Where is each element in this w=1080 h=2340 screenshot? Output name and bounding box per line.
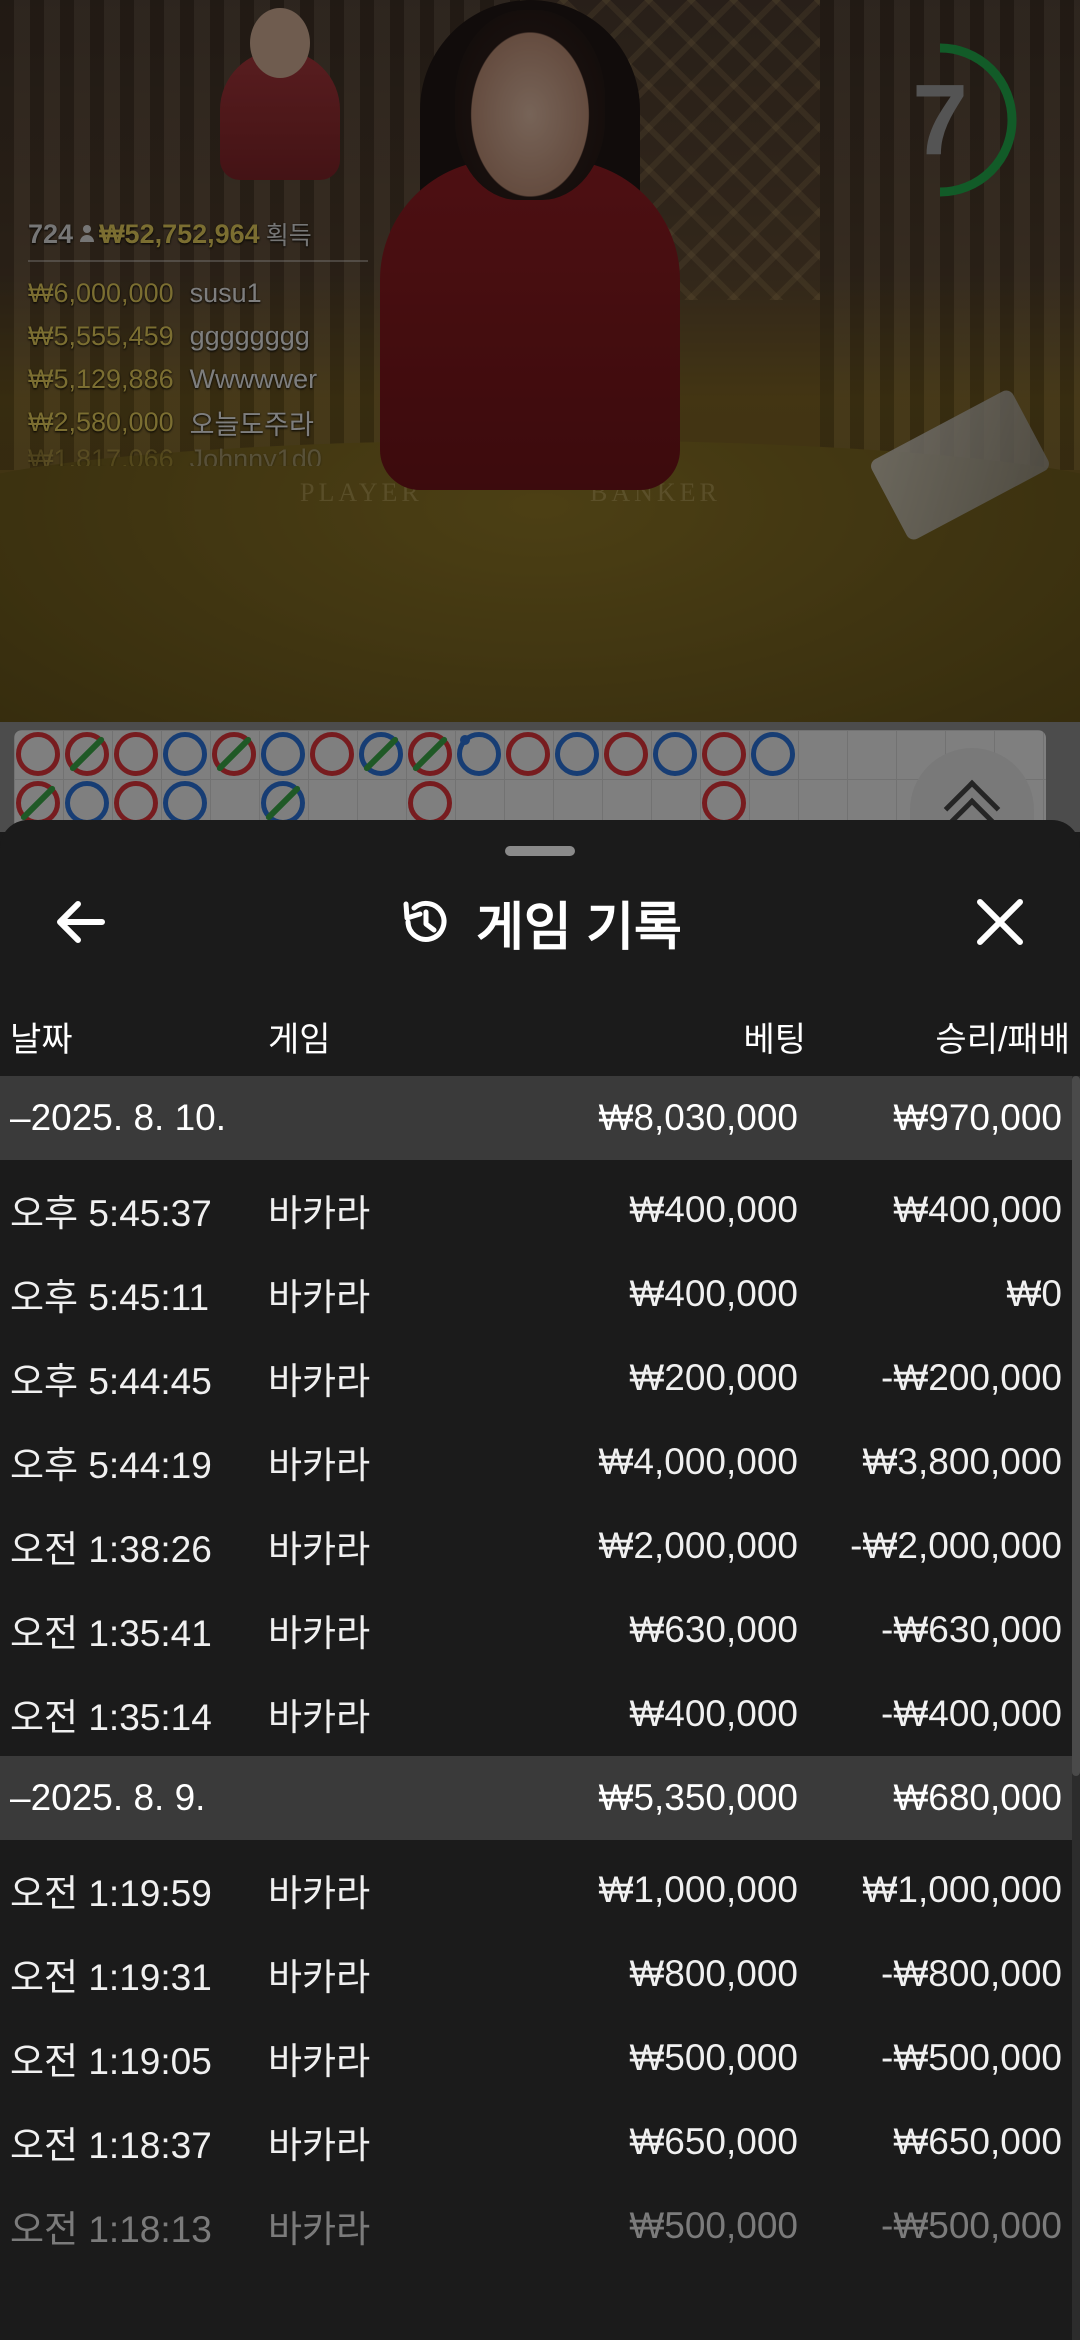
row-game: 바카라: [268, 2041, 371, 2082]
history-icon: [403, 900, 447, 942]
table-row[interactable]: 오전 1:19:05 바카라 ₩500,000 -₩500,000: [0, 2016, 1072, 2100]
row-bet: ₩630,000: [629, 1609, 798, 1650]
row-game: 바카라: [268, 2209, 371, 2250]
day-winloss-total: ₩680,000: [893, 1777, 1062, 1818]
row-bet: ₩500,000: [629, 2205, 798, 2246]
row-winloss: ₩650,000: [893, 2121, 1062, 2162]
close-button[interactable]: [960, 882, 1040, 962]
day-winloss-total: ₩970,000: [893, 1097, 1062, 1138]
row-bet: ₩400,000: [629, 1273, 798, 1314]
row-winloss: ₩1,000,000: [862, 1869, 1062, 1910]
row-winloss: ₩400,000: [893, 1189, 1062, 1230]
table-row[interactable]: 오후 5:45:37 바카라 ₩400,000 ₩400,000: [0, 1168, 1072, 1252]
table-row[interactable]: 오전 1:19:59 바카라 ₩1,000,000 ₩1,000,000: [0, 1848, 1072, 1932]
page-title: 게임 기록: [476, 898, 682, 957]
row-time: 오후 5:44:45: [10, 1361, 212, 1402]
sheet-header: 게임 기록: [0, 880, 1080, 964]
history-table: –2025. 8. 10. ₩8,030,000 ₩970,000 오후 5:45:3…: [0, 1076, 1072, 2268]
row-time: 오전 1:19:05: [10, 2041, 212, 2082]
row-game: 바카라: [268, 2125, 371, 2166]
row-winloss: -₩500,000: [881, 2037, 1062, 2078]
modal-backdrop[interactable]: [0, 0, 1080, 832]
row-time: 오전 1:35:14: [10, 1697, 212, 1738]
row-time: 오후 5:45:37: [10, 1193, 212, 1234]
header-date: 날짜: [10, 1020, 73, 1059]
row-winloss: -₩630,000: [881, 1609, 1062, 1650]
row-game: 바카라: [268, 1873, 371, 1914]
table-row[interactable]: 오전 1:18:37 바카라 ₩650,000 ₩650,000: [0, 2100, 1072, 2184]
close-icon: [977, 899, 1023, 945]
row-game: 바카라: [268, 1445, 371, 1486]
row-time: 오후 5:44:19: [10, 1445, 212, 1486]
row-bet: ₩2,000,000: [598, 1525, 798, 1566]
row-game: 바카라: [268, 1613, 371, 1654]
row-game: 바카라: [268, 1957, 371, 1998]
row-game: 바카라: [268, 1361, 371, 1402]
game-history-sheet: 게임 기록 날짜 게임 베팅 승리/패배 –2025. 8. 10. ₩8,030…: [0, 820, 1080, 2340]
scrollbar[interactable]: [1072, 1076, 1080, 2340]
table-row[interactable]: 오전 1:35:41 바카라 ₩630,000 -₩630,000: [0, 1588, 1072, 1672]
table-row[interactable]: 오후 5:44:45 바카라 ₩200,000 -₩200,000: [0, 1336, 1072, 1420]
sheet-drag-handle[interactable]: [505, 846, 575, 856]
row-winloss: ₩0: [1006, 1273, 1063, 1314]
day-date: –2025. 8. 10.: [10, 1097, 227, 1138]
row-bet: ₩500,000: [629, 2037, 798, 2078]
row-time: 오전 1:18:37: [10, 2125, 212, 2166]
row-game: 바카라: [268, 1193, 371, 1234]
day-date: –2025. 8. 9.: [10, 1777, 206, 1818]
header-winloss: 승리/패배: [935, 1020, 1070, 1059]
row-bet: ₩800,000: [629, 1953, 798, 1994]
row-game: 바카라: [268, 1529, 371, 1570]
row-bet: ₩650,000: [629, 2121, 798, 2162]
row-bet: ₩400,000: [629, 1693, 798, 1734]
row-time: 오후 5:45:11: [10, 1277, 210, 1318]
day-bet-total: ₩8,030,000: [598, 1097, 798, 1138]
table-row[interactable]: 오전 1:35:14 바카라 ₩400,000 -₩400,000: [0, 1672, 1072, 1756]
row-bet: ₩400,000: [629, 1189, 798, 1230]
header-game: 게임: [268, 1020, 331, 1059]
table-row[interactable]: 오전 1:18:13 바카라 ₩500,000 -₩500,000: [0, 2184, 1072, 2268]
row-time: 오전 1:19:59: [10, 1873, 212, 1914]
row-time: 오전 1:18:13: [10, 2209, 212, 2250]
header-bet: 베팅: [743, 1020, 806, 1059]
row-bet: ₩1,000,000: [598, 1869, 798, 1910]
row-game: 바카라: [268, 1277, 371, 1318]
row-bet: ₩4,000,000: [598, 1441, 798, 1482]
table-header: 날짜 게임 베팅 승리/패배: [0, 990, 1080, 1082]
day-bet-total: ₩5,350,000: [598, 1777, 798, 1818]
row-winloss: -₩800,000: [881, 1953, 1062, 1994]
row-winloss: -₩400,000: [881, 1693, 1062, 1734]
table-row[interactable]: 오전 1:19:31 바카라 ₩800,000 -₩800,000: [0, 1932, 1072, 2016]
scrollbar-thumb[interactable]: [1072, 1076, 1080, 1776]
table-row[interactable]: 오후 5:45:11 바카라 ₩400,000 ₩0: [0, 1252, 1072, 1336]
row-time: 오전 1:19:31: [10, 1957, 212, 1998]
row-time: 오전 1:35:41: [10, 1613, 212, 1654]
day-summary-row[interactable]: –2025. 8. 9. ₩5,350,000 ₩680,000: [0, 1756, 1072, 1840]
row-game: 바카라: [268, 1697, 371, 1738]
row-time: 오전 1:38:26: [10, 1529, 212, 1570]
row-winloss: -₩2,000,000: [850, 1525, 1062, 1566]
day-summary-row[interactable]: –2025. 8. 10. ₩8,030,000 ₩970,000: [0, 1076, 1072, 1160]
row-winloss: -₩500,000: [881, 2205, 1062, 2246]
row-winloss: -₩200,000: [881, 1357, 1062, 1398]
table-row[interactable]: 오전 1:38:26 바카라 ₩2,000,000 -₩2,000,000: [0, 1504, 1072, 1588]
row-winloss: ₩3,800,000: [862, 1441, 1062, 1482]
table-row[interactable]: 오후 5:44:19 바카라 ₩4,000,000 ₩3,800,000: [0, 1420, 1072, 1504]
row-bet: ₩200,000: [629, 1357, 798, 1398]
